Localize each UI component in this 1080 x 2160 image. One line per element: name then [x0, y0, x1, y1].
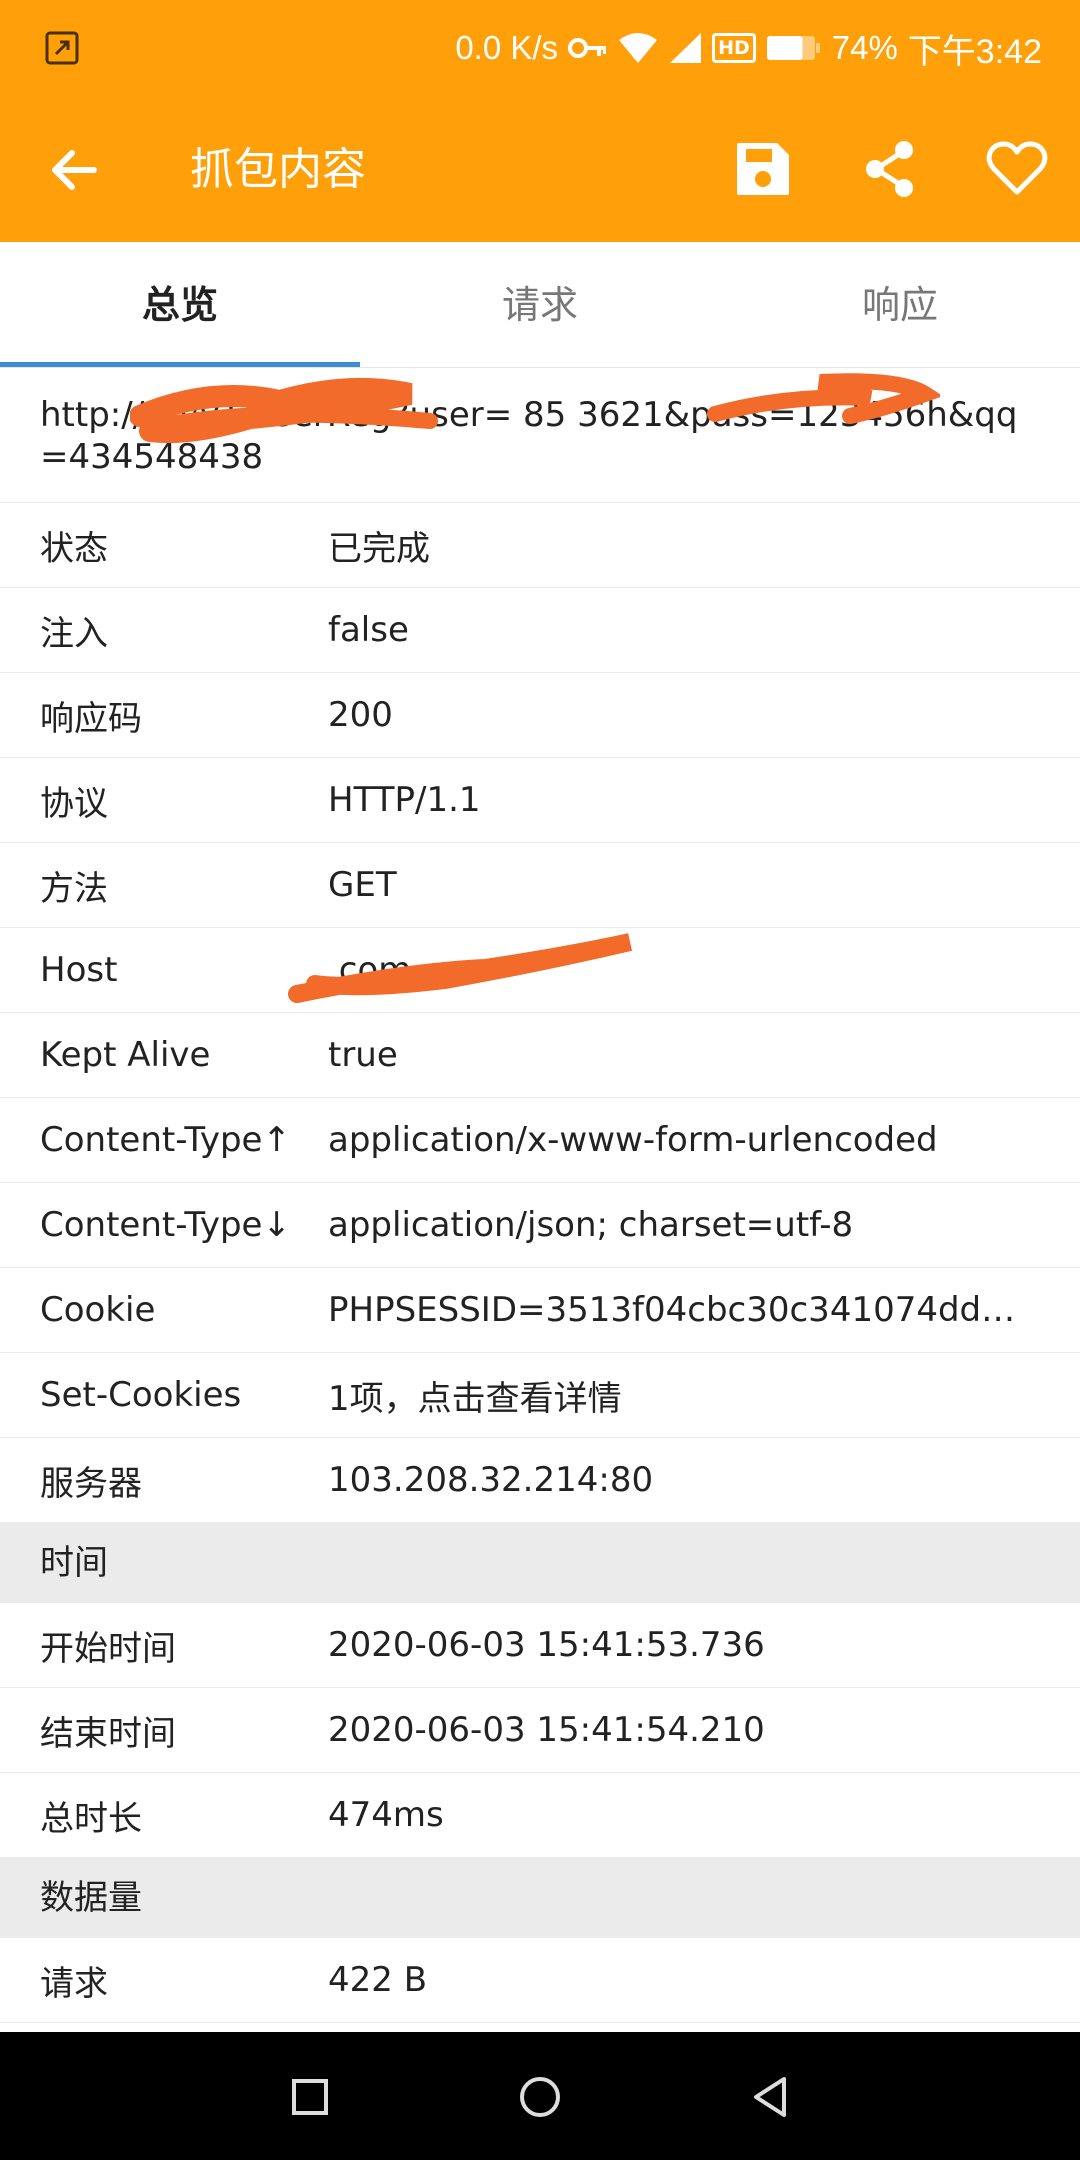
row-key: 结束时间: [40, 1713, 176, 1754]
heart-icon[interactable]: [984, 136, 1050, 202]
row-key: Content-Type↓: [40, 1205, 291, 1245]
row-value: 474ms: [328, 1795, 444, 1835]
row-start-time: 开始时间 2020-06-03 15:41:53.736: [0, 1603, 1080, 1688]
row-key: 方法: [40, 868, 108, 909]
back-arrow-icon[interactable]: [44, 140, 104, 200]
row-key: Host: [40, 950, 118, 990]
share-icon[interactable]: [857, 136, 923, 202]
row-key: 总时长: [40, 1798, 142, 1839]
row-value: 1项，点击查看详情: [328, 1378, 622, 1419]
row-injected: 注入 false: [0, 588, 1080, 673]
home-icon[interactable]: [513, 2070, 567, 2124]
signal-icon: [670, 33, 702, 63]
wifi-icon: [619, 33, 658, 63]
row-value: 200: [328, 695, 393, 735]
url-text: http:// m/v1/userReg?user= 85 3621&pass=…: [40, 395, 1018, 477]
row-host: Host .com: [0, 928, 1080, 1013]
battery-percent: 74%: [831, 29, 898, 66]
request-url[interactable]: http:// m/v1/userReg?user= 85 3621&pass=…: [0, 368, 1080, 503]
section-header-data-size: 数据量: [0, 1858, 1080, 1938]
row-value: .com: [328, 950, 412, 990]
row-key: 响应码: [40, 698, 142, 739]
tab-response[interactable]: 响应: [720, 242, 1080, 368]
key-icon: [568, 38, 607, 58]
row-protocol: 协议 HTTP/1.1: [0, 758, 1080, 843]
row-kept-alive: Kept Alive true: [0, 1013, 1080, 1098]
section-header-time: 时间: [0, 1523, 1080, 1603]
row-key: 协议: [40, 783, 108, 824]
row-value: true: [328, 1035, 398, 1075]
row-request-size: 请求 422 B: [0, 1938, 1080, 2023]
row-value: 2020-06-03 15:41:53.736: [328, 1625, 765, 1665]
row-value: false: [328, 610, 409, 650]
row-key: 请求: [40, 1963, 108, 2004]
page-title: 抓包内容: [190, 144, 366, 195]
row-value: HTTP/1.1: [328, 780, 481, 820]
tab-bar: 总览 请求 响应: [0, 242, 1080, 368]
row-end-time: 结束时间 2020-06-03 15:41:54.210: [0, 1688, 1080, 1773]
system-nav-bar: [0, 2032, 1080, 2160]
row-value: 103.208.32.214:80: [328, 1460, 654, 1500]
row-response-code: 响应码 200: [0, 673, 1080, 758]
row-key: Set-Cookies: [40, 1375, 242, 1415]
app-toolbar: 抓包内容: [0, 96, 1080, 242]
hd-icon: HD: [712, 33, 756, 63]
status-bar: 0.0 K/s HD 74% 下午3:42: [0, 0, 1080, 96]
row-value: PHPSESSID=3513f04cbc30c341074dd…: [328, 1290, 1016, 1330]
row-method: 方法 GET: [0, 843, 1080, 928]
row-value: application/x-www-form-urlencoded: [328, 1120, 938, 1160]
row-key: 状态: [40, 528, 108, 569]
row-key: Kept Alive: [40, 1035, 211, 1075]
row-key: 服务器: [40, 1463, 142, 1504]
row-value: 已完成: [328, 528, 430, 569]
row-cookie[interactable]: Cookie PHPSESSID=3513f04cbc30c341074dd…: [0, 1268, 1080, 1353]
row-server: 服务器 103.208.32.214:80: [0, 1438, 1080, 1523]
save-icon[interactable]: [730, 136, 796, 202]
row-key: Cookie: [40, 1290, 156, 1330]
nav-back-icon[interactable]: [744, 2070, 798, 2124]
row-value: 422 B: [328, 1960, 428, 2000]
row-key: Content-Type↑: [40, 1120, 291, 1160]
row-key: 注入: [40, 613, 108, 654]
row-duration: 总时长 474ms: [0, 1773, 1080, 1858]
row-value: 2020-06-03 15:41:54.210: [328, 1710, 765, 1750]
overview-content: http:// m/v1/userReg?user= 85 3621&pass=…: [0, 368, 1080, 2023]
battery-icon: [766, 36, 820, 60]
row-key: 开始时间: [40, 1628, 176, 1669]
row-set-cookies[interactable]: Set-Cookies 1项，点击查看详情: [0, 1353, 1080, 1438]
recent-apps-icon[interactable]: [283, 2070, 337, 2124]
tab-request[interactable]: 请求: [360, 242, 720, 368]
row-content-type-response: Content-Type↓ application/json; charset=…: [0, 1183, 1080, 1268]
status-indicators: 0.0 K/s HD 74% 下午3:42: [455, 22, 1042, 74]
net-speed: 0.0 K/s: [455, 29, 559, 66]
clock: 下午3:42: [907, 32, 1042, 71]
app-notification-icon: [45, 31, 79, 65]
row-value: application/json; charset=utf-8: [328, 1205, 854, 1245]
row-content-type-request: Content-Type↑ application/x-www-form-url…: [0, 1098, 1080, 1183]
tab-overview[interactable]: 总览: [0, 242, 360, 368]
row-status: 状态 已完成: [0, 503, 1080, 588]
row-value: GET: [328, 865, 397, 905]
